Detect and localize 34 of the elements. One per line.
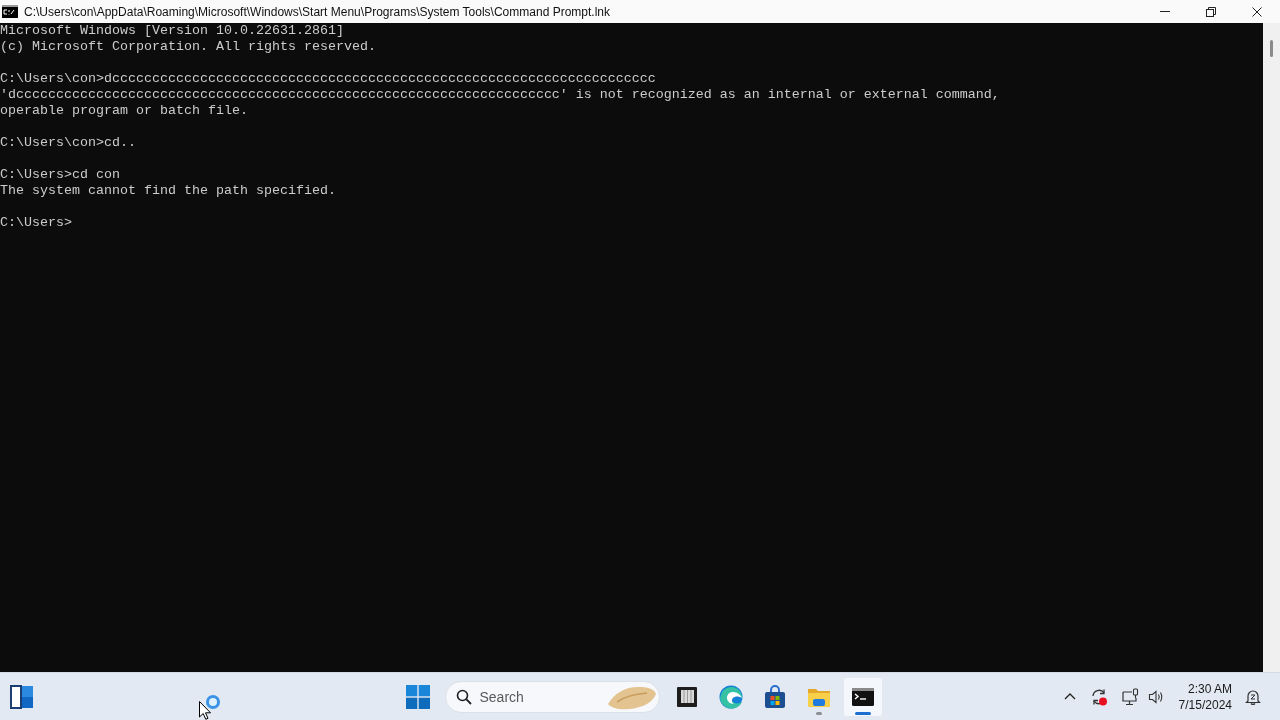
search-bar[interactable]: Search	[444, 680, 660, 713]
bell-icon	[1245, 688, 1261, 705]
window-title: C:\Users\con\AppData\Roaming\Microsoft\Windows\Start Menu\Programs\System Tools\Command Prompt.lnk	[24, 4, 610, 19]
minimize-icon	[1160, 11, 1170, 12]
swirl-icon	[718, 684, 743, 709]
console-line: The system cannot find the path specified.	[0, 183, 337, 199]
clock-time[interactable]: 2:30 AM	[1187, 680, 1232, 697]
search-icon	[455, 688, 472, 705]
dark-tile-icon	[674, 684, 699, 709]
chevron-up-icon	[1063, 693, 1076, 700]
speaker-icon	[1147, 688, 1164, 705]
monitor-icon	[1121, 687, 1140, 706]
search-input[interactable]: Search	[479, 686, 590, 707]
console-line: 'dcccccccccccccccccccccccccccccccccccccccccccccccccccccccccccccccccccc' is not recognized as an internal or external command,	[0, 87, 1001, 103]
close-icon	[1252, 6, 1262, 17]
loading-ring-icon	[205, 693, 221, 710]
shopping-bag-icon	[762, 684, 787, 709]
four-squares-icon	[405, 684, 430, 709]
sync-icon	[1089, 687, 1108, 706]
scrollbar[interactable]	[1263, 23, 1280, 672]
console-line: C:\Users\con>cd..	[0, 135, 137, 151]
mouse-pointer-icon	[199, 701, 211, 720]
taskbar-app-button[interactable]	[842, 676, 883, 717]
console-line: (c) Microsoft Corporation. All rights reserved.	[0, 39, 377, 55]
console-line: C:\Users>cd con	[0, 167, 121, 183]
two-panel-icon	[10, 684, 34, 709]
console-line: C:\Users>	[0, 215, 73, 231]
console-line: operable program or batch file.	[0, 103, 249, 119]
scrollbar-thumb[interactable]	[1270, 40, 1273, 57]
console-line: Microsoft Windows [Version 10.0.22631.2861]	[0, 23, 345, 39]
console-line: C:\Users\con>dcccccccccccccccccccccccccccccccccccccccccccccccccccccccccccccccccccc	[0, 71, 657, 87]
restore-icon	[1206, 6, 1216, 17]
clock-date[interactable]: 7/15/2024	[1178, 696, 1232, 713]
widgets-button[interactable]	[10, 684, 34, 709]
